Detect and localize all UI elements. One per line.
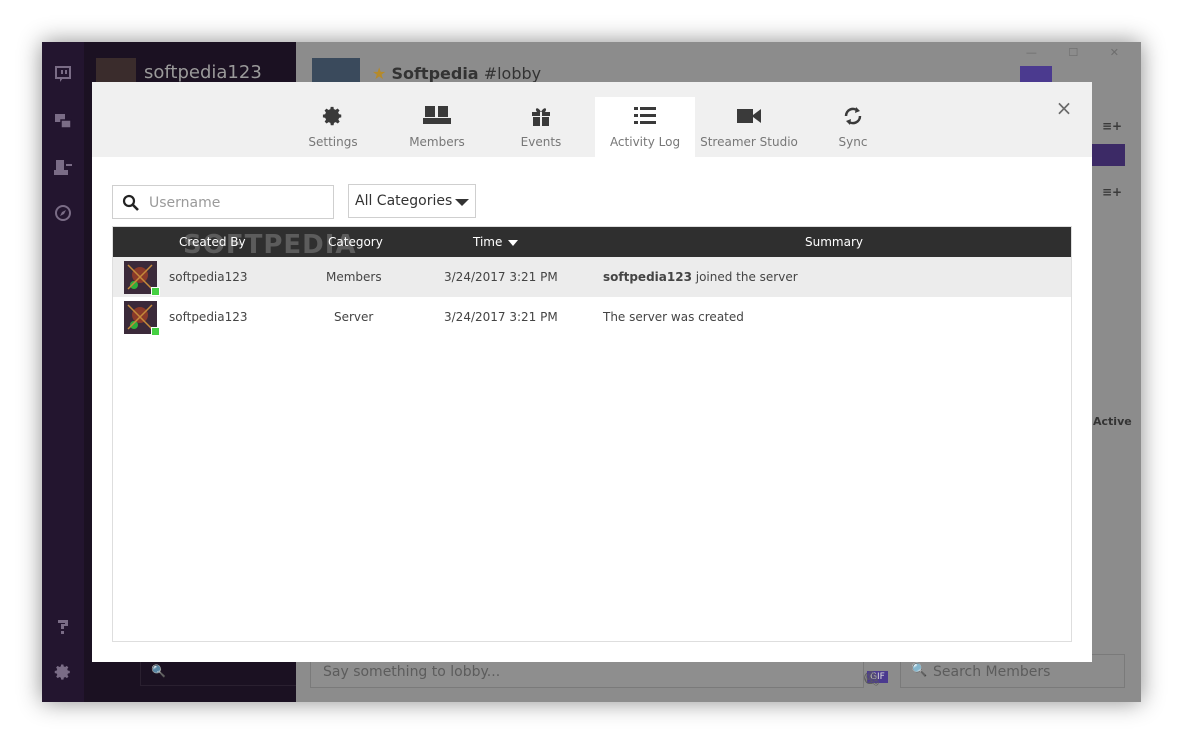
member-search-placeholder: Search Members [933, 664, 1051, 680]
online-status-badge [151, 287, 160, 296]
search-icon: 🔍 [911, 663, 928, 678]
column-header-created-by[interactable]: Created By [179, 235, 246, 249]
tab-label: Streamer Studio [700, 135, 798, 149]
sidebar-search[interactable]: 🔍 [140, 658, 322, 686]
summary-user: softpedia123 [603, 270, 692, 284]
window-controls[interactable]: — ☐ ✕ [1026, 46, 1133, 59]
table-header: SOFTPEDIA Created By Category Time Summa… [113, 227, 1071, 260]
time-header-label: Time [473, 235, 503, 249]
row-summary: The server was created [603, 310, 744, 324]
category-dropdown[interactable]: All Categories [348, 184, 476, 218]
server-name[interactable]: softpedia123 [144, 62, 262, 83]
tab-events[interactable]: Events [491, 97, 591, 157]
compass-icon[interactable] [51, 201, 75, 225]
close-icon[interactable]: × [1054, 98, 1074, 118]
column-header-time[interactable]: Time [473, 235, 519, 249]
video-camera-icon [699, 105, 799, 135]
active-label: Active [1093, 415, 1132, 428]
icon-rail [42, 42, 84, 702]
row-user: softpedia123 [169, 310, 248, 324]
twitch-icon[interactable] [51, 62, 75, 86]
category-selected-value: All Categories [355, 193, 453, 209]
members-icon [387, 105, 487, 135]
gift-icon [491, 105, 591, 135]
list-icon [595, 105, 695, 135]
username-field[interactable] [149, 193, 327, 213]
summary-text: joined the server [691, 270, 798, 284]
tab-label: Members [409, 135, 465, 149]
gear-icon [283, 105, 383, 135]
table-row[interactable]: softpedia123 Server 3/24/2017 3:21 PM Th… [113, 297, 1071, 337]
tab-label: Activity Log [609, 135, 681, 149]
channel-header: ★ Softpedia #lobby [372, 64, 541, 83]
tab-settings[interactable]: Settings [283, 97, 383, 157]
search-icon: 🔍 [151, 664, 166, 678]
settings-gear-icon[interactable] [51, 660, 75, 684]
screen: softpedia123 🔍 ★ Softpedia #lobby — ☐ ✕ … [0, 0, 1183, 744]
row-category: Server [334, 310, 374, 324]
online-status-badge [151, 327, 160, 336]
tab-label: Settings [308, 135, 358, 149]
channel-server-name: Softpedia [391, 64, 479, 83]
help-icon[interactable] [51, 614, 75, 638]
add-friend-icon[interactable] [51, 155, 75, 179]
tab-members[interactable]: Members [387, 97, 487, 157]
row-category: Members [326, 270, 382, 284]
sync-icon [803, 105, 903, 135]
tab-label: Events [520, 135, 562, 149]
column-header-category[interactable]: Category [328, 235, 383, 249]
chevron-down-icon [455, 199, 469, 206]
chat-bubbles-icon[interactable] [51, 109, 75, 133]
tab-streamer-studio[interactable]: Streamer Studio [699, 97, 799, 157]
row-user: softpedia123 [169, 270, 248, 284]
activity-log-table: SOFTPEDIA Created By Category Time Summa… [112, 226, 1072, 642]
add-channel-icon[interactable]: ≡+ [1102, 119, 1122, 133]
add-channel-icon-2[interactable]: ≡+ [1102, 185, 1122, 199]
row-time: 3/24/2017 3:21 PM [444, 310, 558, 324]
tab-sync[interactable]: Sync [803, 97, 903, 157]
summary-text: The server was created [603, 310, 744, 324]
server-settings-modal: Settings Members Events Activity Log Str… [92, 82, 1092, 662]
chat-placeholder: Say something to lobby... [323, 664, 501, 680]
column-header-summary[interactable]: Summary [805, 235, 863, 249]
username-filter-input[interactable] [112, 185, 334, 219]
modal-tab-bar: Settings Members Events Activity Log Str… [92, 82, 1092, 157]
search-icon [122, 194, 140, 216]
row-time: 3/24/2017 3:21 PM [444, 270, 558, 284]
attach-icon[interactable]: 🖇 [863, 671, 881, 687]
star-icon[interactable]: ★ [372, 64, 386, 83]
channel-name: #lobby [483, 64, 542, 83]
tab-activity-log[interactable]: Activity Log [595, 97, 695, 157]
table-row[interactable]: softpedia123 Members 3/24/2017 3:21 PM s… [113, 257, 1071, 297]
sort-desc-icon [508, 239, 519, 246]
row-summary: softpedia123 joined the server [603, 270, 798, 284]
tab-label: Sync [838, 135, 868, 149]
